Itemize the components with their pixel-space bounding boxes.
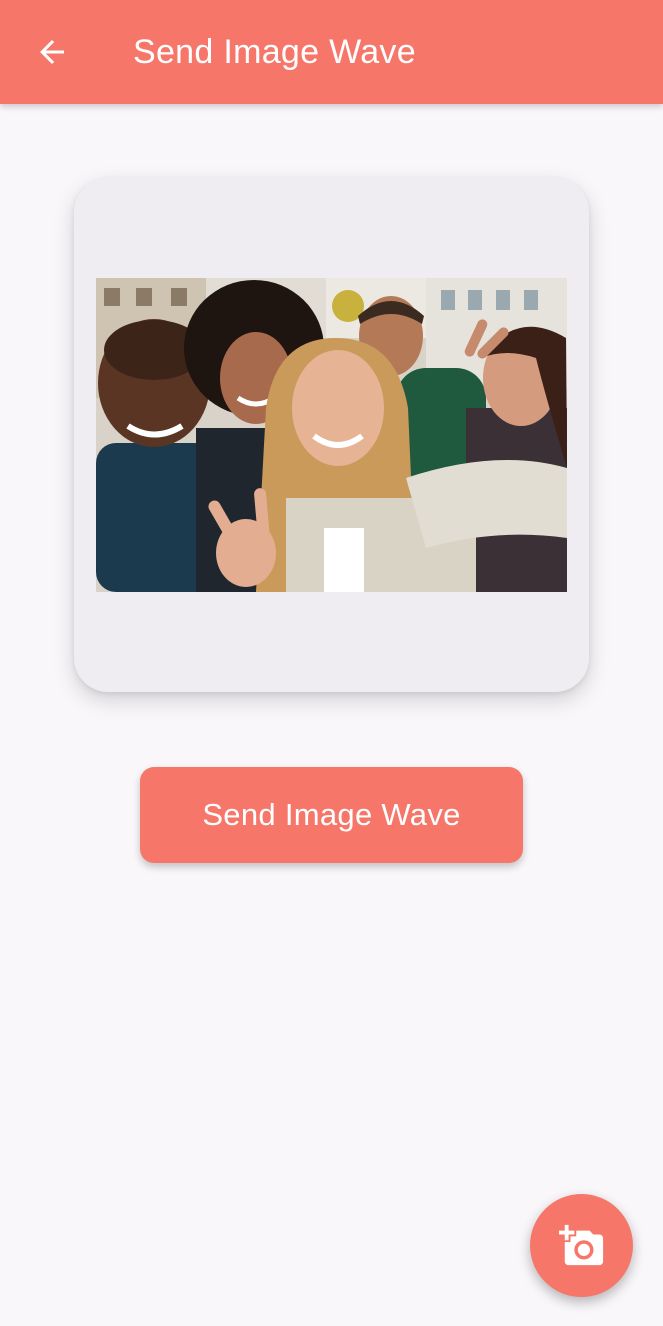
app-bar: Send Image Wave xyxy=(0,0,663,104)
group-selfie-photo xyxy=(96,278,567,592)
page-title: Send Image Wave xyxy=(133,33,416,71)
image-preview-card xyxy=(74,178,589,692)
send-image-wave-button[interactable]: Send Image Wave xyxy=(140,767,523,863)
arrow-back-icon xyxy=(40,40,64,64)
back-button[interactable] xyxy=(22,22,82,82)
add-photo-fab[interactable] xyxy=(530,1194,633,1297)
selected-image xyxy=(96,278,567,592)
add-a-photo-icon xyxy=(558,1224,603,1265)
